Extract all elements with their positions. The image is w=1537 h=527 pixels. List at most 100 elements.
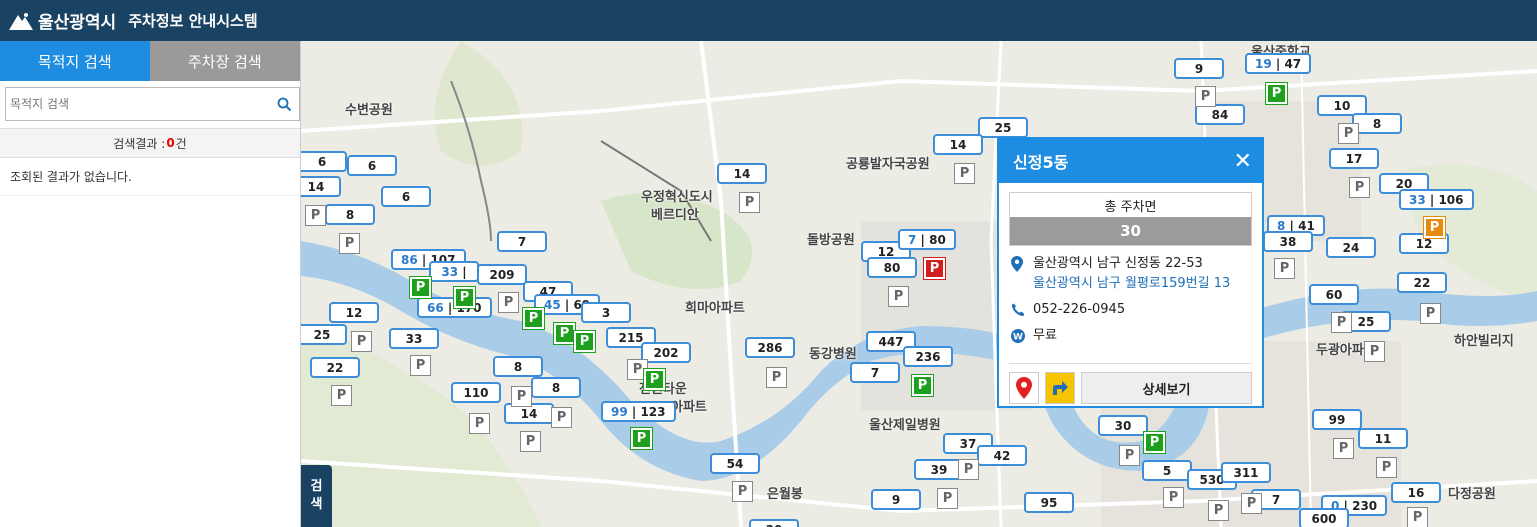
parking-pin-icon[interactable]: P bbox=[520, 431, 541, 452]
parking-count-bubble[interactable]: 6 bbox=[381, 186, 431, 207]
parking-pin-icon[interactable]: P bbox=[469, 413, 490, 434]
public-parking-pin-icon[interactable]: P bbox=[453, 286, 476, 309]
parking-count-bubble[interactable]: 22 bbox=[1397, 272, 1447, 293]
parking-count-bubble[interactable]: 236 bbox=[903, 346, 953, 367]
tab-parking-search[interactable]: 주차장 검색 bbox=[149, 41, 300, 81]
private-parking-pin-icon[interactable]: P bbox=[1423, 216, 1446, 239]
parking-count-bubble[interactable]: 33 bbox=[389, 328, 439, 349]
parking-count-bubble[interactable]: 14 bbox=[717, 163, 767, 184]
parking-count-bubble[interactable]: 6 bbox=[301, 151, 347, 172]
parking-count-bubble[interactable]: 7 bbox=[497, 231, 547, 252]
public-parking-pin-icon[interactable]: P bbox=[643, 368, 666, 391]
parking-count-bubble[interactable]: 54 bbox=[710, 453, 760, 474]
parking-count-bubble[interactable]: 11 bbox=[1358, 428, 1408, 449]
parking-pin-icon[interactable]: P bbox=[1338, 123, 1359, 144]
parking-pin-icon[interactable]: P bbox=[331, 385, 352, 406]
parking-pin-icon[interactable]: P bbox=[958, 459, 979, 480]
parking-count-bubble[interactable]: 33 | 106 bbox=[1399, 189, 1474, 210]
parking-count-bubble[interactable]: 24 bbox=[1326, 237, 1376, 258]
close-icon[interactable]: ✕ bbox=[1234, 149, 1252, 174]
detail-button[interactable]: 상세보기 bbox=[1081, 372, 1252, 404]
public-parking-pin-icon[interactable]: P bbox=[630, 427, 653, 450]
parking-count-bubble[interactable]: 30 bbox=[1098, 415, 1148, 436]
parking-count-bubble[interactable]: 286 bbox=[745, 337, 795, 358]
parking-count-bubble[interactable]: 30 bbox=[749, 519, 799, 527]
parking-pin-icon[interactable]: P bbox=[732, 481, 753, 502]
selected-parking-pin-icon[interactable]: P bbox=[923, 257, 946, 280]
parking-pin-icon[interactable]: P bbox=[1349, 177, 1370, 198]
parking-count-bubble[interactable]: 8 bbox=[531, 377, 581, 398]
parking-pin-icon[interactable]: P bbox=[1241, 493, 1262, 514]
parking-count-bubble[interactable]: 3 bbox=[581, 302, 631, 323]
parking-pin-icon[interactable]: P bbox=[1119, 445, 1140, 466]
parking-count-bubble[interactable]: 14 bbox=[933, 134, 983, 155]
parking-pin-icon[interactable]: P bbox=[410, 355, 431, 376]
public-parking-pin-icon[interactable]: P bbox=[553, 322, 576, 345]
public-parking-pin-icon[interactable]: P bbox=[522, 307, 545, 330]
parking-count-bubble[interactable]: 5 bbox=[1142, 460, 1192, 481]
public-parking-pin-icon[interactable]: P bbox=[573, 330, 596, 353]
parking-count-bubble[interactable]: 6 bbox=[347, 155, 397, 176]
parking-pin-icon[interactable]: P bbox=[1364, 341, 1385, 362]
parking-pin-icon[interactable]: P bbox=[351, 331, 372, 352]
public-parking-pin-icon[interactable]: P bbox=[409, 276, 432, 299]
parking-count-bubble[interactable]: 80 bbox=[867, 257, 917, 278]
parking-pin-icon[interactable]: P bbox=[511, 386, 532, 407]
parking-count-bubble[interactable]: 202 bbox=[641, 342, 691, 363]
map-marker-icon[interactable] bbox=[1009, 372, 1039, 404]
parking-pin-icon[interactable]: P bbox=[1163, 487, 1184, 508]
road-address-link[interactable]: 울산광역시 남구 월평로159번길 13 bbox=[999, 274, 1262, 294]
parking-count-bubble[interactable]: 8 bbox=[493, 356, 543, 377]
parking-count-bubble[interactable]: 9 bbox=[871, 489, 921, 510]
parking-count-bubble[interactable]: 209 bbox=[477, 264, 527, 285]
parking-pin-icon[interactable]: P bbox=[1407, 507, 1428, 527]
parking-pin-icon[interactable]: P bbox=[1420, 303, 1441, 324]
parking-pin-icon[interactable]: P bbox=[954, 163, 975, 184]
parking-pin-icon[interactable]: P bbox=[739, 192, 760, 213]
parking-count-bubble[interactable]: 33 | bbox=[429, 261, 479, 282]
parking-count-bubble[interactable]: 99 bbox=[1312, 409, 1362, 430]
parking-count-bubble[interactable]: 7 bbox=[850, 362, 900, 383]
parking-count-bubble[interactable]: 110 bbox=[451, 382, 501, 403]
tab-destination-search[interactable]: 목적지 검색 bbox=[0, 41, 150, 81]
city-logo[interactable]: 울산광역시 bbox=[8, 8, 116, 33]
parking-count-bubble[interactable]: 9 bbox=[1174, 58, 1224, 79]
parking-pin-icon[interactable]: P bbox=[1331, 312, 1352, 333]
parking-count-bubble[interactable]: 25 bbox=[301, 324, 347, 345]
parking-count-bubble[interactable]: 22 bbox=[310, 357, 360, 378]
search-panel-toggle[interactable]: 검 색 bbox=[301, 465, 332, 527]
parking-pin-icon[interactable]: P bbox=[766, 367, 787, 388]
navigation-icon[interactable] bbox=[1045, 372, 1075, 404]
parking-count-bubble[interactable]: 39 bbox=[914, 459, 964, 480]
parking-count-bubble[interactable]: 19 | 47 bbox=[1245, 53, 1312, 74]
parking-pin-icon[interactable]: P bbox=[1333, 438, 1354, 459]
parking-pin-icon[interactable]: P bbox=[888, 286, 909, 307]
parking-count-bubble[interactable]: 95 bbox=[1024, 492, 1074, 513]
parking-count-bubble[interactable]: 7 | 80 bbox=[898, 229, 956, 250]
parking-count-bubble[interactable]: 60 bbox=[1309, 284, 1359, 305]
parking-count-bubble[interactable]: 84 bbox=[1195, 104, 1245, 125]
public-parking-pin-icon[interactable]: P bbox=[1143, 431, 1166, 454]
parking-pin-icon[interactable]: P bbox=[1208, 500, 1229, 521]
parking-pin-icon[interactable]: P bbox=[937, 488, 958, 509]
parking-pin-icon[interactable]: P bbox=[1376, 457, 1397, 478]
destination-search-input[interactable] bbox=[6, 89, 269, 119]
public-parking-pin-icon[interactable]: P bbox=[1265, 82, 1288, 105]
parking-count-bubble[interactable]: 14 bbox=[301, 176, 341, 197]
parking-count-bubble[interactable]: 12 bbox=[329, 302, 379, 323]
parking-count-bubble[interactable]: 99 | 123 bbox=[601, 401, 676, 422]
parking-pin-icon[interactable]: P bbox=[339, 233, 360, 254]
parking-count-bubble[interactable]: 600 bbox=[1299, 508, 1349, 527]
parking-count-bubble[interactable]: 311 bbox=[1221, 462, 1271, 483]
parking-count-bubble[interactable]: 8 bbox=[325, 204, 375, 225]
parking-pin-icon[interactable]: P bbox=[1274, 258, 1295, 279]
parking-count-bubble[interactable]: 8 bbox=[1352, 113, 1402, 134]
parking-count-bubble[interactable]: 38 bbox=[1263, 231, 1313, 252]
parking-count-bubble[interactable]: 17 bbox=[1329, 148, 1379, 169]
parking-pin-icon[interactable]: P bbox=[498, 292, 519, 313]
parking-count-bubble[interactable]: 25 bbox=[978, 117, 1028, 138]
search-icon[interactable] bbox=[269, 97, 299, 112]
parking-map[interactable]: 수변공원 공룡발자국공원 돌방공원 희마아파트 동강병원 전원타운 아파트 울산… bbox=[301, 41, 1537, 527]
parking-count-bubble[interactable]: 42 bbox=[977, 445, 1027, 466]
parking-count-bubble[interactable]: 16 bbox=[1391, 482, 1441, 503]
